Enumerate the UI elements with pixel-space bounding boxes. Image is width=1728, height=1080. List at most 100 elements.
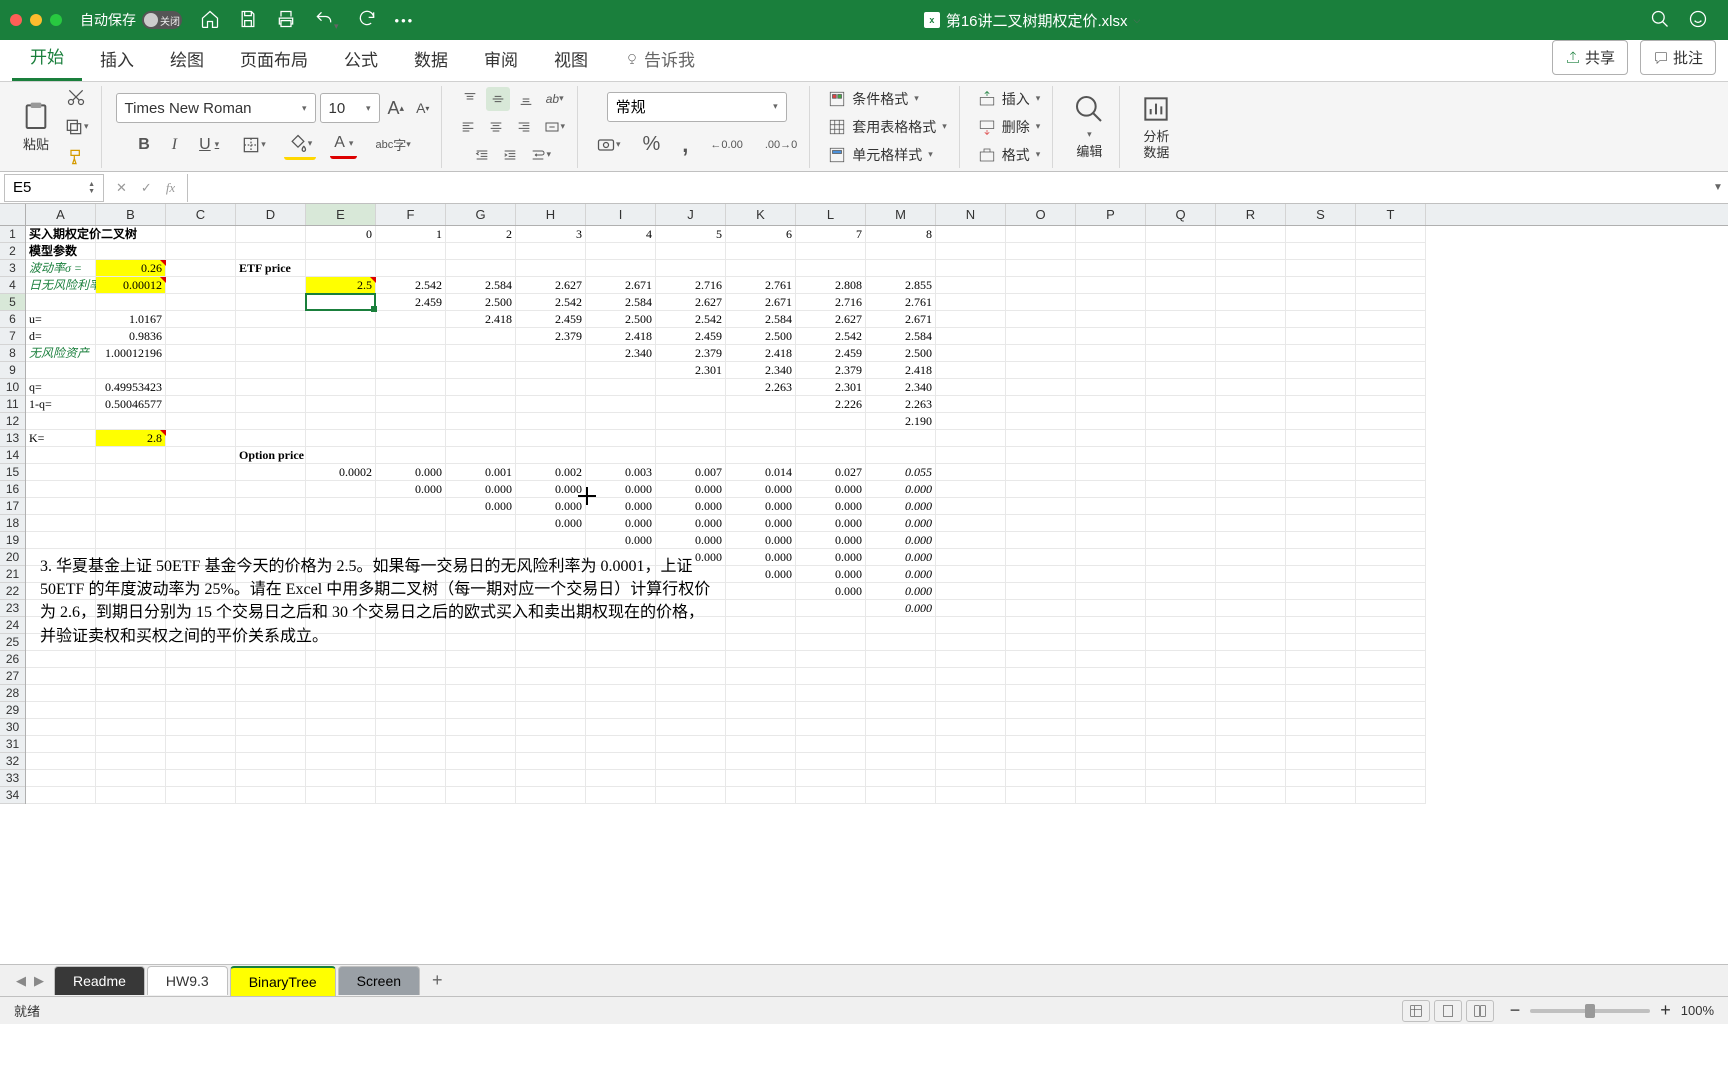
cell-R13[interactable]	[1216, 430, 1286, 447]
cell-D32[interactable]	[236, 753, 306, 770]
cell-P4[interactable]	[1076, 277, 1146, 294]
italic-button[interactable]: I	[168, 132, 181, 158]
cell-M6[interactable]: 2.671	[866, 311, 936, 328]
cell-L1[interactable]: 7	[796, 226, 866, 243]
cell-Q9[interactable]	[1146, 362, 1216, 379]
align-left-button[interactable]	[456, 115, 480, 139]
cell-O27[interactable]	[1006, 668, 1076, 685]
cell-I30[interactable]	[586, 719, 656, 736]
cell-A18[interactable]	[26, 515, 96, 532]
cell-P22[interactable]	[1076, 583, 1146, 600]
cell-M3[interactable]	[866, 260, 936, 277]
cell-J17[interactable]: 0.000	[656, 498, 726, 515]
cell-T6[interactable]	[1356, 311, 1426, 328]
cell-D5[interactable]	[236, 294, 306, 311]
cell-B29[interactable]	[96, 702, 166, 719]
cell-P6[interactable]	[1076, 311, 1146, 328]
cell-M13[interactable]	[866, 430, 936, 447]
cell-R30[interactable]	[1216, 719, 1286, 736]
cell-S13[interactable]	[1286, 430, 1356, 447]
cell-N15[interactable]	[936, 464, 1006, 481]
editing-button[interactable]: ▾ 编辑	[1067, 89, 1111, 164]
cell-H11[interactable]	[516, 396, 586, 413]
cell-N23[interactable]	[936, 600, 1006, 617]
cell-M30[interactable]	[866, 719, 936, 736]
row-header-23[interactable]: 23	[0, 600, 25, 617]
cell-E19[interactable]	[306, 532, 376, 549]
cell-S9[interactable]	[1286, 362, 1356, 379]
cell-N4[interactable]	[936, 277, 1006, 294]
cell-Q16[interactable]	[1146, 481, 1216, 498]
cell-B27[interactable]	[96, 668, 166, 685]
cell-S21[interactable]	[1286, 566, 1356, 583]
cell-Q8[interactable]	[1146, 345, 1216, 362]
cell-C18[interactable]	[166, 515, 236, 532]
row-header-24[interactable]: 24	[0, 617, 25, 634]
cell-D14[interactable]: Option price	[236, 447, 306, 464]
row-header-12[interactable]: 12	[0, 413, 25, 430]
cell-S32[interactable]	[1286, 753, 1356, 770]
cell-F10[interactable]	[376, 379, 446, 396]
cell-B7[interactable]: 0.9836	[96, 328, 166, 345]
cell-L7[interactable]: 2.542	[796, 328, 866, 345]
cell-E32[interactable]	[306, 753, 376, 770]
cell-E9[interactable]	[306, 362, 376, 379]
cell-P30[interactable]	[1076, 719, 1146, 736]
cell-T8[interactable]	[1356, 345, 1426, 362]
cell-G11[interactable]	[446, 396, 516, 413]
sheet-tab-binarytree[interactable]: BinaryTree	[230, 966, 336, 996]
cell-N8[interactable]	[936, 345, 1006, 362]
cell-J18[interactable]: 0.000	[656, 515, 726, 532]
cell-C32[interactable]	[166, 753, 236, 770]
cell-S33[interactable]	[1286, 770, 1356, 787]
col-header-F[interactable]: F	[376, 204, 446, 225]
cell-M4[interactable]: 2.855	[866, 277, 936, 294]
cell-K30[interactable]	[726, 719, 796, 736]
cell-Q23[interactable]	[1146, 600, 1216, 617]
cell-P8[interactable]	[1076, 345, 1146, 362]
borders-button[interactable]: ▾	[237, 131, 270, 159]
col-header-M[interactable]: M	[866, 204, 936, 225]
cell-L30[interactable]	[796, 719, 866, 736]
cell-I8[interactable]: 2.340	[586, 345, 656, 362]
cell-R25[interactable]	[1216, 634, 1286, 651]
cell-B16[interactable]	[96, 481, 166, 498]
cell-Q24[interactable]	[1146, 617, 1216, 634]
row-header-29[interactable]: 29	[0, 702, 25, 719]
cell-R26[interactable]	[1216, 651, 1286, 668]
cell-R32[interactable]	[1216, 753, 1286, 770]
cell-F14[interactable]	[376, 447, 446, 464]
cell-Q2[interactable]	[1146, 243, 1216, 260]
cell-H32[interactable]	[516, 753, 586, 770]
cell-B9[interactable]	[96, 362, 166, 379]
increase-decimal-button[interactable]: ←0.00	[706, 135, 746, 155]
cell-F2[interactable]	[376, 243, 446, 260]
cell-N11[interactable]	[936, 396, 1006, 413]
cell-N14[interactable]	[936, 447, 1006, 464]
cell-H18[interactable]: 0.000	[516, 515, 586, 532]
decrease-decimal-button[interactable]: .00→0	[761, 135, 801, 155]
cell-O2[interactable]	[1006, 243, 1076, 260]
cell-O33[interactable]	[1006, 770, 1076, 787]
cell-T29[interactable]	[1356, 702, 1426, 719]
cell-Q21[interactable]	[1146, 566, 1216, 583]
cell-M8[interactable]: 2.500	[866, 345, 936, 362]
cell-L8[interactable]: 2.459	[796, 345, 866, 362]
cell-I27[interactable]	[586, 668, 656, 685]
cell-S18[interactable]	[1286, 515, 1356, 532]
cell-F32[interactable]	[376, 753, 446, 770]
cell-O22[interactable]	[1006, 583, 1076, 600]
cell-D27[interactable]	[236, 668, 306, 685]
cell-K23[interactable]	[726, 600, 796, 617]
cell-P13[interactable]	[1076, 430, 1146, 447]
cell-O28[interactable]	[1006, 685, 1076, 702]
cell-K20[interactable]: 0.000	[726, 549, 796, 566]
merge-button[interactable]: ▾	[540, 115, 569, 139]
cell-T17[interactable]	[1356, 498, 1426, 515]
cell-O11[interactable]	[1006, 396, 1076, 413]
cell-T12[interactable]	[1356, 413, 1426, 430]
increase-indent-button[interactable]	[498, 143, 522, 167]
cell-M26[interactable]	[866, 651, 936, 668]
tab-formulas[interactable]: 公式	[326, 36, 396, 81]
cell-C27[interactable]	[166, 668, 236, 685]
